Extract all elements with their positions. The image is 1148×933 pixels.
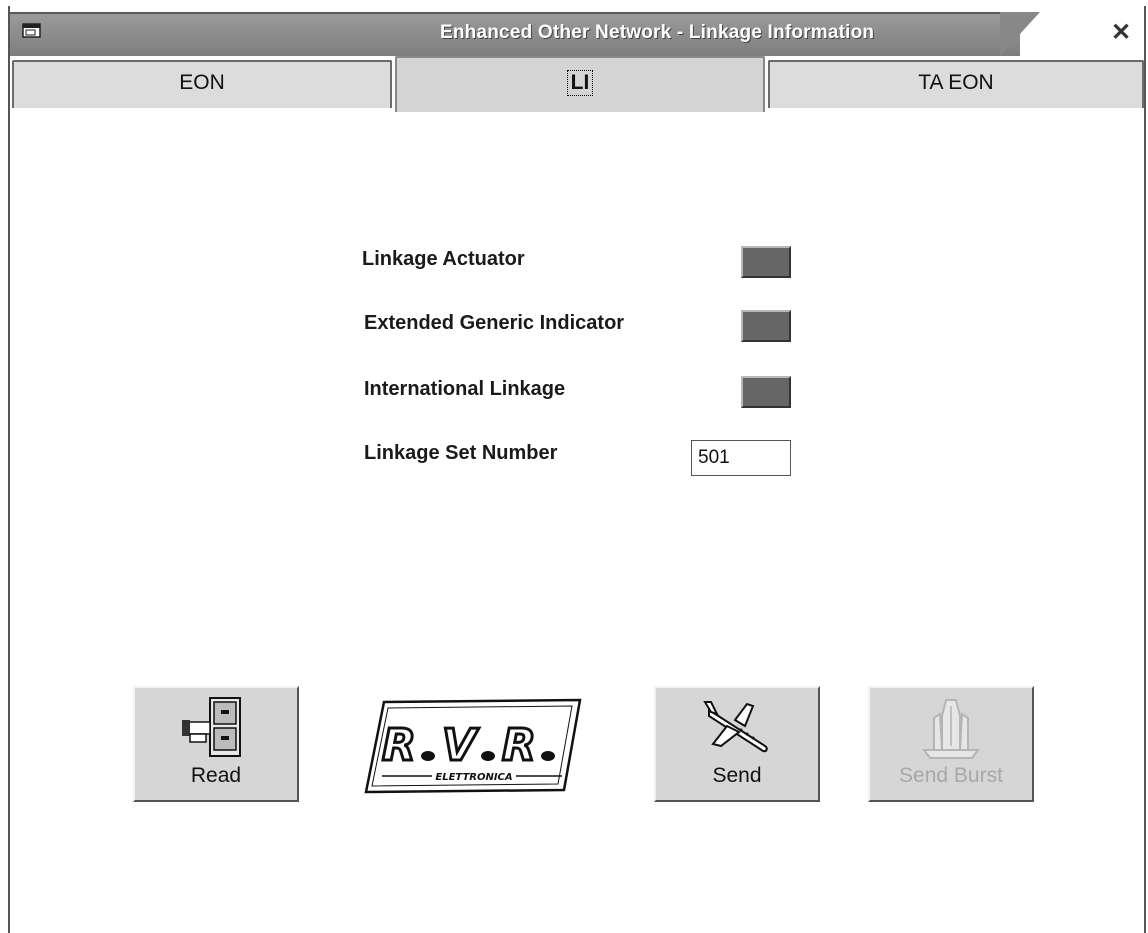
international-linkage-indicator[interactable] [741,376,791,408]
airplane-icon [703,701,768,753]
tab-li-label: LI [566,70,594,96]
file-cabinet-icon [182,697,241,757]
read-button-label: Read [190,764,242,787]
li-panel: Linkage Actuator Extended Generic Indica… [10,112,1144,932]
send-burst-button-label: Send Burst [899,764,1003,787]
svg-text:R: R [502,720,536,771]
window-title: Enhanced Other Network - Linkage Informa… [440,22,875,43]
svg-text:ELETTRONICA: ELETTRONICA [435,772,512,783]
read-button[interactable]: Read [133,686,299,802]
extended-generic-indicator[interactable] [741,310,791,342]
send-button[interactable]: Send [654,686,820,802]
close-button[interactable]: ✕ [1108,20,1134,46]
send-button-label: Send [712,764,762,787]
tab-eon[interactable]: EON [12,60,392,108]
tab-li[interactable]: LI [395,56,765,112]
international-linkage-label: International Linkage [364,378,566,400]
space-shuttle-icon [922,699,980,759]
extended-generic-indicator-label: Extended Generic Indicator [364,312,625,334]
linkage-actuator-indicator[interactable] [741,246,791,278]
tab-bar: EON TA EON LI [10,56,1144,156]
linkage-set-number-field[interactable] [691,440,791,476]
rvr-elettronica-logo: R V R ELETTRONICA [364,698,582,794]
window-icon [22,23,41,38]
linkage-set-number-label: Linkage Set Number [364,442,558,464]
svg-text:R: R [382,720,416,771]
send-burst-button[interactable]: Send Burst [868,686,1034,802]
title-bar-slant [1000,12,1040,56]
svg-text:V: V [442,720,479,771]
title-bar: Enhanced Other Network - Linkage Informa… [10,6,1144,56]
linkage-actuator-label: Linkage Actuator [362,248,525,270]
tab-ta-eon[interactable]: TA EON [768,60,1144,108]
app-window: Enhanced Other Network - Linkage Informa… [8,6,1146,933]
